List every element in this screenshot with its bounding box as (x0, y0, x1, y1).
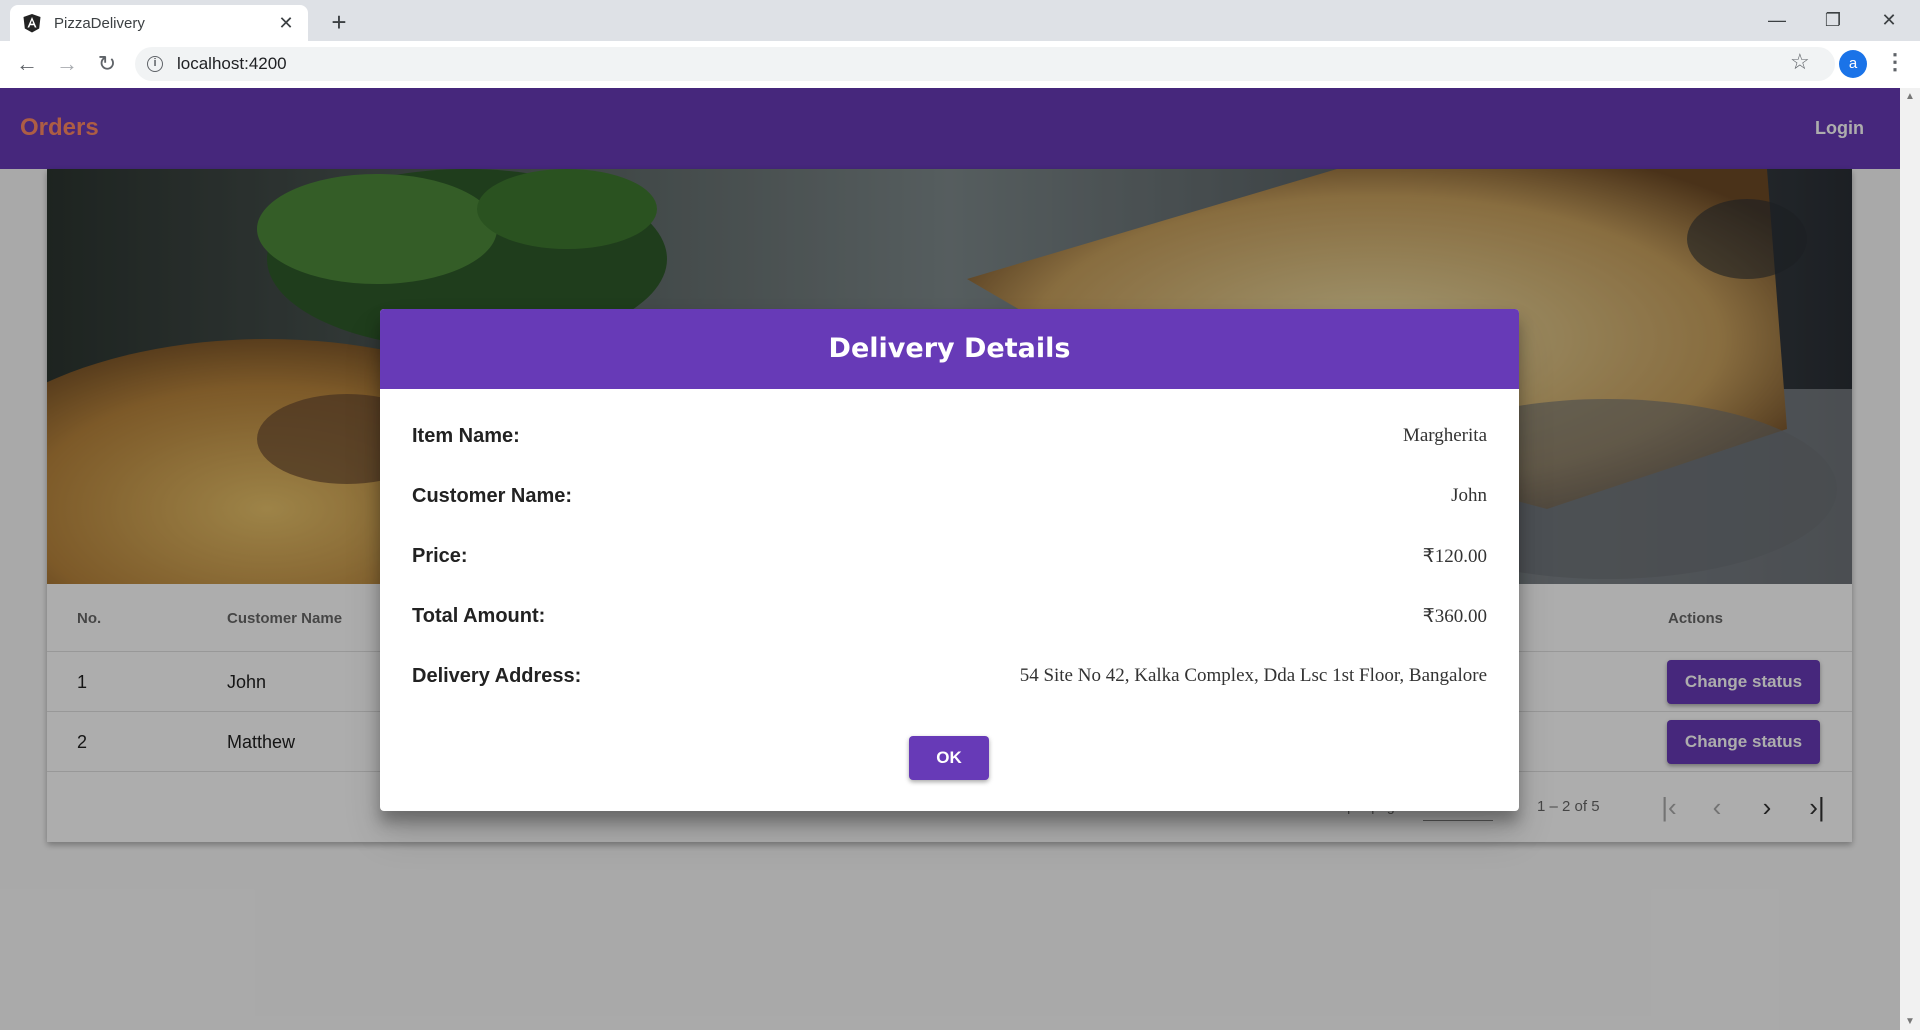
scroll-down-icon[interactable]: ▼ (1900, 1013, 1920, 1030)
tab-title: PizzaDelivery (54, 14, 145, 32)
price-value: ₹120.00 (1422, 546, 1487, 567)
info-icon[interactable]: i (147, 56, 163, 72)
detail-row-total-amount: Total Amount: ₹360.00 (412, 602, 1487, 632)
vertical-scrollbar[interactable]: ▲ ▼ (1900, 88, 1920, 1030)
total-amount-value: ₹360.00 (1422, 606, 1487, 627)
tab-close-icon[interactable]: ✕ (276, 13, 296, 34)
dialog-title: Delivery Details (828, 333, 1071, 364)
star-icon[interactable]: ☆ (1790, 49, 1810, 75)
browser-tab[interactable]: PizzaDelivery ✕ (10, 5, 308, 41)
reload-icon[interactable]: ↻ (91, 48, 123, 80)
item-name-label: Item Name: (412, 425, 520, 447)
restore-icon[interactable]: ❐ (1806, 4, 1860, 36)
close-icon[interactable]: ✕ (1862, 4, 1916, 36)
detail-row-price: Price: ₹120.00 (412, 542, 1487, 572)
new-tab-button[interactable]: + (324, 8, 354, 38)
dialog-header: Delivery Details (380, 309, 1519, 389)
more-vert-icon[interactable]: ⋮ (1884, 49, 1906, 75)
total-amount-label: Total Amount: (412, 605, 546, 627)
back-arrow-icon[interactable]: ← (11, 48, 43, 80)
detail-row-customer-name: Customer Name: John (412, 482, 1487, 512)
scroll-up-icon[interactable]: ▲ (1900, 88, 1920, 105)
detail-row-delivery-address: Delivery Address: 54 Site No 42, Kalka C… (412, 662, 1487, 692)
url-text: localhost:4200 (177, 54, 287, 73)
price-label: Price: (412, 545, 468, 567)
delivery-details-dialog: Delivery Details Item Name: Margherita C… (380, 309, 1519, 811)
forward-arrow-icon[interactable]: → (51, 48, 83, 80)
browser-chrome: PizzaDelivery ✕ + — ❐ ✕ ← → ↻ i localhos… (0, 0, 1920, 88)
profile-avatar[interactable]: a (1839, 50, 1867, 78)
ok-button[interactable]: OK (909, 736, 989, 780)
angular-favicon (23, 14, 41, 33)
customer-name-label: Customer Name: (412, 485, 573, 507)
delivery-address-label: Delivery Address: (412, 665, 582, 687)
customer-name-value: John (1451, 485, 1487, 506)
address-bar[interactable]: i localhost:4200 (135, 47, 1835, 81)
item-name-value: Margherita (1402, 425, 1487, 446)
delivery-address-value: 54 Site No 42, Kalka Complex, Dda Lsc 1s… (1019, 665, 1487, 686)
detail-row-item-name: Item Name: Margherita (412, 422, 1487, 452)
minimize-icon[interactable]: — (1750, 4, 1804, 36)
browser-toolbar: ← → ↻ i localhost:4200 ☆ a ⋮ (0, 41, 1920, 88)
